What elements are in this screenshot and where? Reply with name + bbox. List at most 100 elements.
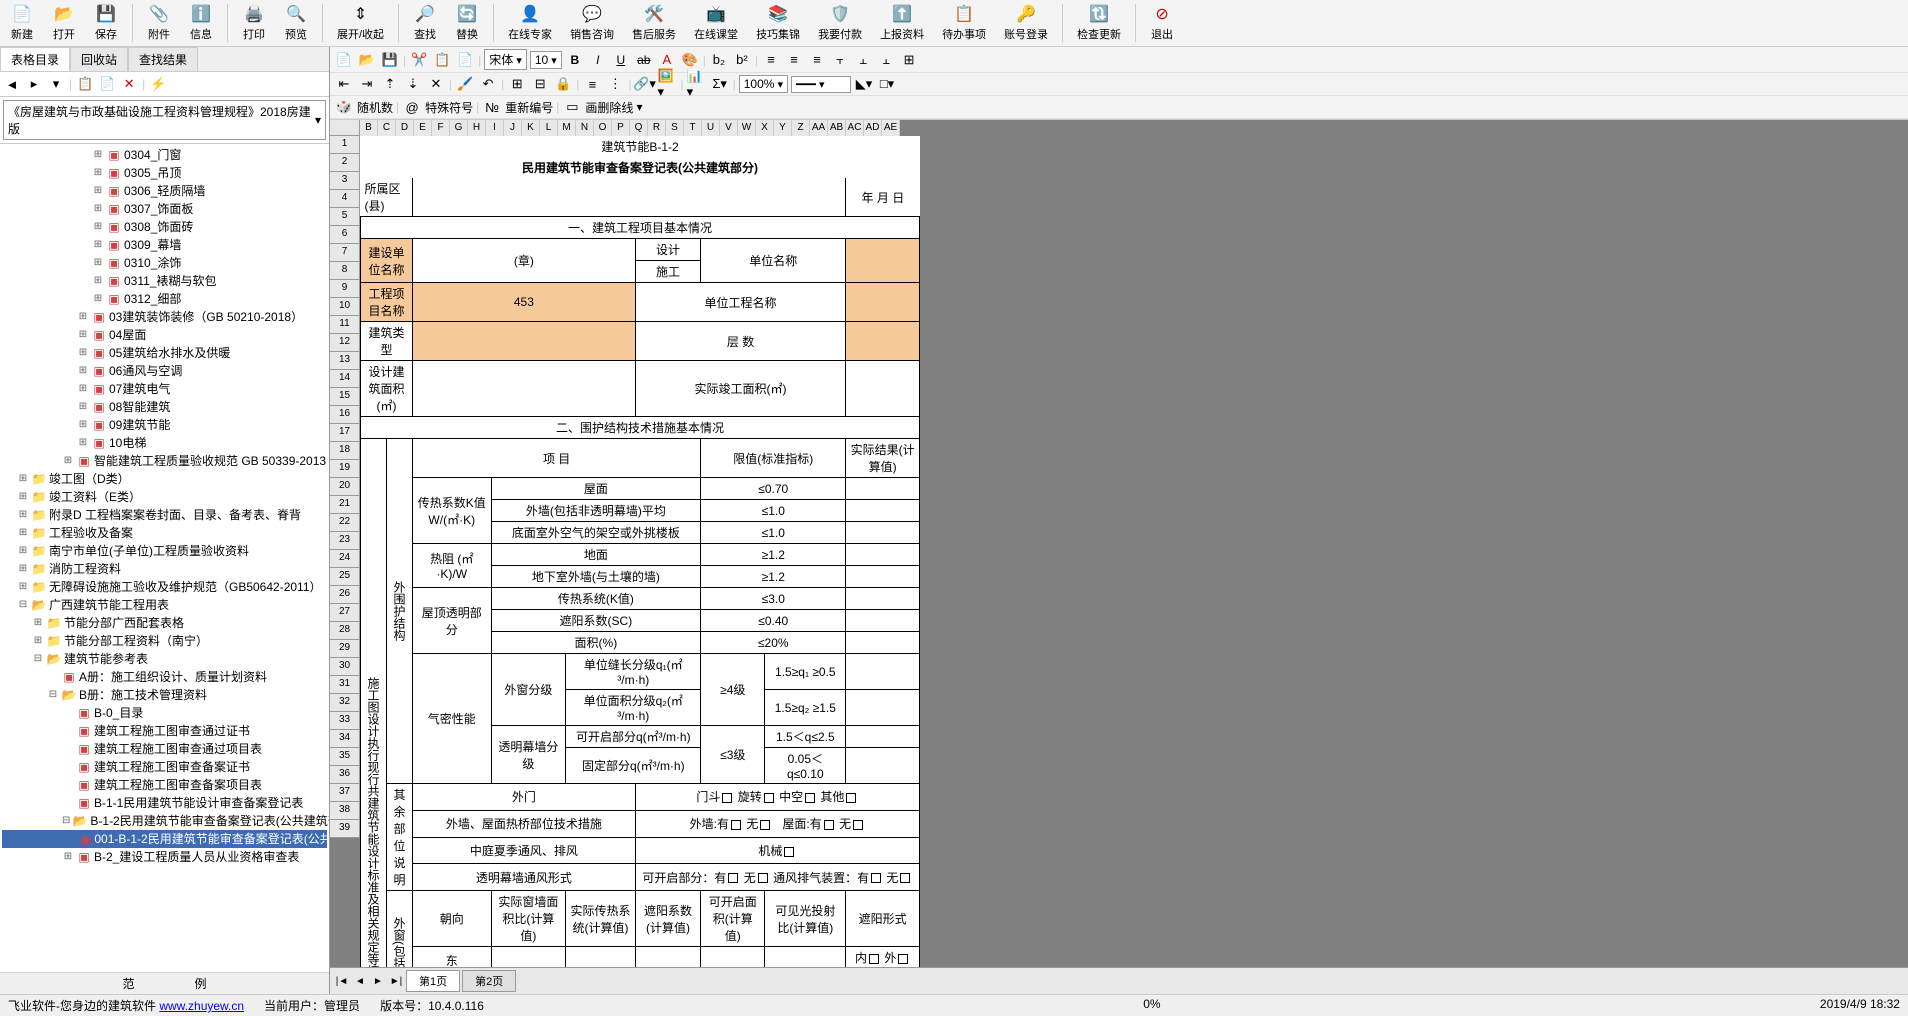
grid2-icon[interactable]: ⊟ xyxy=(530,75,550,93)
tree-node[interactable]: ⊞▣09建筑节能 xyxy=(2,416,327,434)
rand-icon[interactable]: 🎲 xyxy=(334,98,354,116)
collapse-icon[interactable]: ⊟ xyxy=(62,812,70,830)
collapse-icon[interactable]: ⊟ xyxy=(32,650,44,668)
expand-icon[interactable]: ⊞ xyxy=(77,398,89,416)
expert-button[interactable]: 👤在线专家 xyxy=(502,2,558,44)
row-header[interactable]: 18 xyxy=(330,442,360,460)
delline-label[interactable]: 画删除线 xyxy=(585,99,633,116)
tree-node[interactable]: ▣B-1-1民用建筑节能设计审查备案登记表 xyxy=(2,794,327,812)
col-header[interactable]: AB xyxy=(828,120,846,136)
col-header[interactable]: U xyxy=(702,120,720,136)
tree-node[interactable]: ⊞📁附录D 工程档案案卷封面、目录、备考表、脊背 xyxy=(2,506,327,524)
chart-icon[interactable]: 📊▾ xyxy=(687,75,707,93)
sheet-tab-2[interactable]: 第2页 xyxy=(462,970,516,992)
tab-fan[interactable]: 范 xyxy=(92,973,164,994)
save-doc-icon[interactable]: 💾 xyxy=(380,51,400,69)
col-header[interactable]: Z xyxy=(792,120,810,136)
row-header[interactable]: 31 xyxy=(330,676,360,694)
col-header[interactable]: AD xyxy=(864,120,882,136)
sum-icon[interactable]: Σ▾ xyxy=(710,75,730,93)
tree-node[interactable]: ⊞▣0310_涂饰 xyxy=(2,254,327,272)
expand-icon[interactable]: ⊞ xyxy=(92,164,104,182)
row-header[interactable]: 36 xyxy=(330,766,360,784)
new-doc-icon[interactable]: 📄 xyxy=(334,51,354,69)
delline-icon[interactable]: ▭ xyxy=(562,98,582,116)
valign-top-icon[interactable]: ⫟ xyxy=(830,51,850,69)
expand-button[interactable]: ⇕展开/收起 xyxy=(331,2,390,44)
tree-node[interactable]: ⊞▣B-2_建设工程质量人员从业资格审查表 xyxy=(2,848,327,866)
tree-node[interactable]: ⊞▣08智能建筑 xyxy=(2,398,327,416)
row-header[interactable]: 28 xyxy=(330,622,360,640)
col-header[interactable]: K xyxy=(522,120,540,136)
undo-icon[interactable]: ↶ xyxy=(478,75,498,93)
tree-node[interactable]: ▣A册：施工组织设计、质量计划资料 xyxy=(2,668,327,686)
fill-color-icon[interactable]: 🎨 xyxy=(680,51,700,69)
col-header[interactable]: H xyxy=(468,120,486,136)
open-button[interactable]: 📂打开 xyxy=(46,2,82,44)
save-button[interactable]: 💾保存 xyxy=(88,2,124,44)
collapse-icon[interactable]: ⊟ xyxy=(47,686,59,704)
consult-button[interactable]: 💬销售咨询 xyxy=(564,2,620,44)
collapse-icon[interactable]: ⊟ xyxy=(17,596,29,614)
tree-node[interactable]: ⊞📁南宁市单位(子单位)工程质量验收资料 xyxy=(2,542,327,560)
row-header[interactable]: 7 xyxy=(330,244,360,262)
spec-combo[interactable]: 《房屋建筑与市政基础设施工程资料管理规程》2018房建版▾ xyxy=(3,100,326,140)
paste2-icon[interactable]: 📄 xyxy=(455,51,475,69)
expand-icon[interactable]: ⊞ xyxy=(92,218,104,236)
col-header[interactable]: S xyxy=(666,120,684,136)
expand-icon[interactable]: ⊞ xyxy=(92,200,104,218)
line-select[interactable]: ━━━ ▾ xyxy=(791,76,851,93)
tree-view[interactable]: ⊞▣0304_门窗⊞▣0305_吊顶⊞▣0306_轻质隔墙⊞▣0307_饰面板⊞… xyxy=(0,144,329,972)
list-num-icon[interactable]: ≡ xyxy=(582,75,602,93)
expand-icon[interactable]: ⊞ xyxy=(17,524,29,542)
row-header[interactable]: 2 xyxy=(330,154,360,172)
col-header[interactable]: M xyxy=(558,120,576,136)
tree-node[interactable]: ⊞📁工程验收及备案 xyxy=(2,524,327,542)
expand-icon[interactable]: ⊞ xyxy=(17,470,29,488)
col-header[interactable]: D xyxy=(396,120,414,136)
tree-node[interactable]: ▣B-0_目录 xyxy=(2,704,327,722)
ins-down-icon[interactable]: ⇣ xyxy=(403,75,423,93)
row-header[interactable]: 32 xyxy=(330,694,360,712)
class-button[interactable]: 📺在线课堂 xyxy=(688,2,744,44)
row-header[interactable]: 27 xyxy=(330,604,360,622)
tree-node[interactable]: ⊞📁节能分部广西配套表格 xyxy=(2,614,327,632)
expand-icon[interactable]: ⊞ xyxy=(77,416,89,434)
ins-up-icon[interactable]: ⇡ xyxy=(380,75,400,93)
row-header[interactable]: 11 xyxy=(330,316,360,334)
col-header[interactable]: AA xyxy=(810,120,828,136)
align-left-icon[interactable]: ≡ xyxy=(761,51,781,69)
nav-back-icon[interactable]: ◄ xyxy=(3,75,21,93)
row-header[interactable]: 38 xyxy=(330,802,360,820)
expand-icon[interactable]: ⊞ xyxy=(77,308,89,326)
sheet-prev-icon[interactable]: ◄ xyxy=(352,976,368,987)
img-icon[interactable]: 🖼️▾ xyxy=(658,75,678,93)
row-header[interactable]: 12 xyxy=(330,334,360,352)
col-header[interactable]: R xyxy=(648,120,666,136)
underline-icon[interactable]: U xyxy=(611,51,631,69)
row-header[interactable]: 15 xyxy=(330,388,360,406)
row-header[interactable]: 3 xyxy=(330,172,360,190)
row-header[interactable]: 6 xyxy=(330,226,360,244)
tree-node[interactable]: ⊞▣0307_饰面板 xyxy=(2,200,327,218)
link-icon[interactable]: 🔗▾ xyxy=(635,75,655,93)
tab-catalog[interactable]: 表格目录 xyxy=(0,47,70,71)
row-header[interactable]: 9 xyxy=(330,280,360,298)
col-header[interactable]: I xyxy=(486,120,504,136)
preview-button[interactable]: 🔍预览 xyxy=(278,2,314,44)
col-header[interactable]: AE xyxy=(882,120,900,136)
col-header[interactable]: T xyxy=(684,120,702,136)
align-right-icon[interactable]: ≡ xyxy=(807,51,827,69)
tab-li[interactable]: 例 xyxy=(165,973,237,994)
shape2-icon[interactable]: □▾ xyxy=(877,75,897,93)
expand-icon[interactable]: ⊞ xyxy=(77,380,89,398)
copy2-icon[interactable]: 📋 xyxy=(432,51,452,69)
nav-down-icon[interactable]: ▾ xyxy=(47,75,65,93)
spec-icon[interactable]: @ xyxy=(402,98,422,116)
expand-icon[interactable]: ⊞ xyxy=(92,146,104,164)
valign-bot-icon[interactable]: ⫠ xyxy=(876,51,896,69)
status-url[interactable]: www.zhuyew.cn xyxy=(159,999,244,1013)
tree-node[interactable]: ⊞📁竣工图（D类） xyxy=(2,470,327,488)
tree-node[interactable]: ⊞▣0305_吊顶 xyxy=(2,164,327,182)
col-header[interactable]: AC xyxy=(846,120,864,136)
